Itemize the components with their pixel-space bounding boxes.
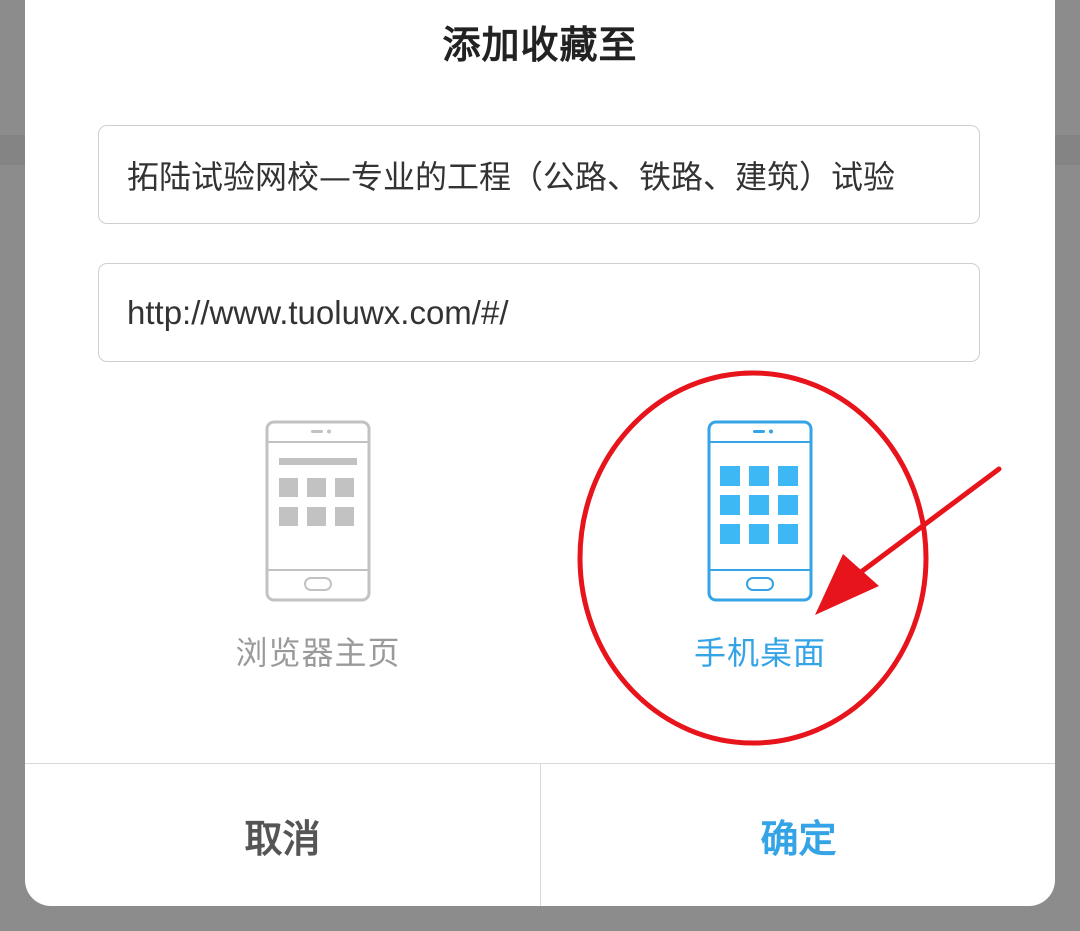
phone-desktop-icon [640, 420, 880, 602]
dialog-title: 添加收藏至 [442, 23, 638, 67]
option-phone-desktop[interactable]: 手机桌面 [640, 420, 880, 672]
bookmark-url-input[interactable] [99, 264, 979, 361]
option-phone-desktop-label: 手机桌面 [693, 634, 826, 672]
option-browser-home-label: 浏览器主页 [235, 634, 401, 672]
phone-browser-home-icon [198, 420, 438, 602]
bookmark-name-input[interactable] [99, 126, 979, 223]
bookmark-name-field[interactable] [98, 125, 980, 224]
bookmark-url-field[interactable] [98, 263, 980, 362]
confirm-button[interactable]: 确定 [541, 764, 1055, 906]
add-bookmark-dialog: 添加收藏至 浏览器主页 [25, 0, 1055, 906]
option-browser-home[interactable]: 浏览器主页 [198, 420, 438, 672]
dialog-footer: 取消 确定 [25, 763, 1055, 906]
cancel-button[interactable]: 取消 [25, 764, 540, 906]
